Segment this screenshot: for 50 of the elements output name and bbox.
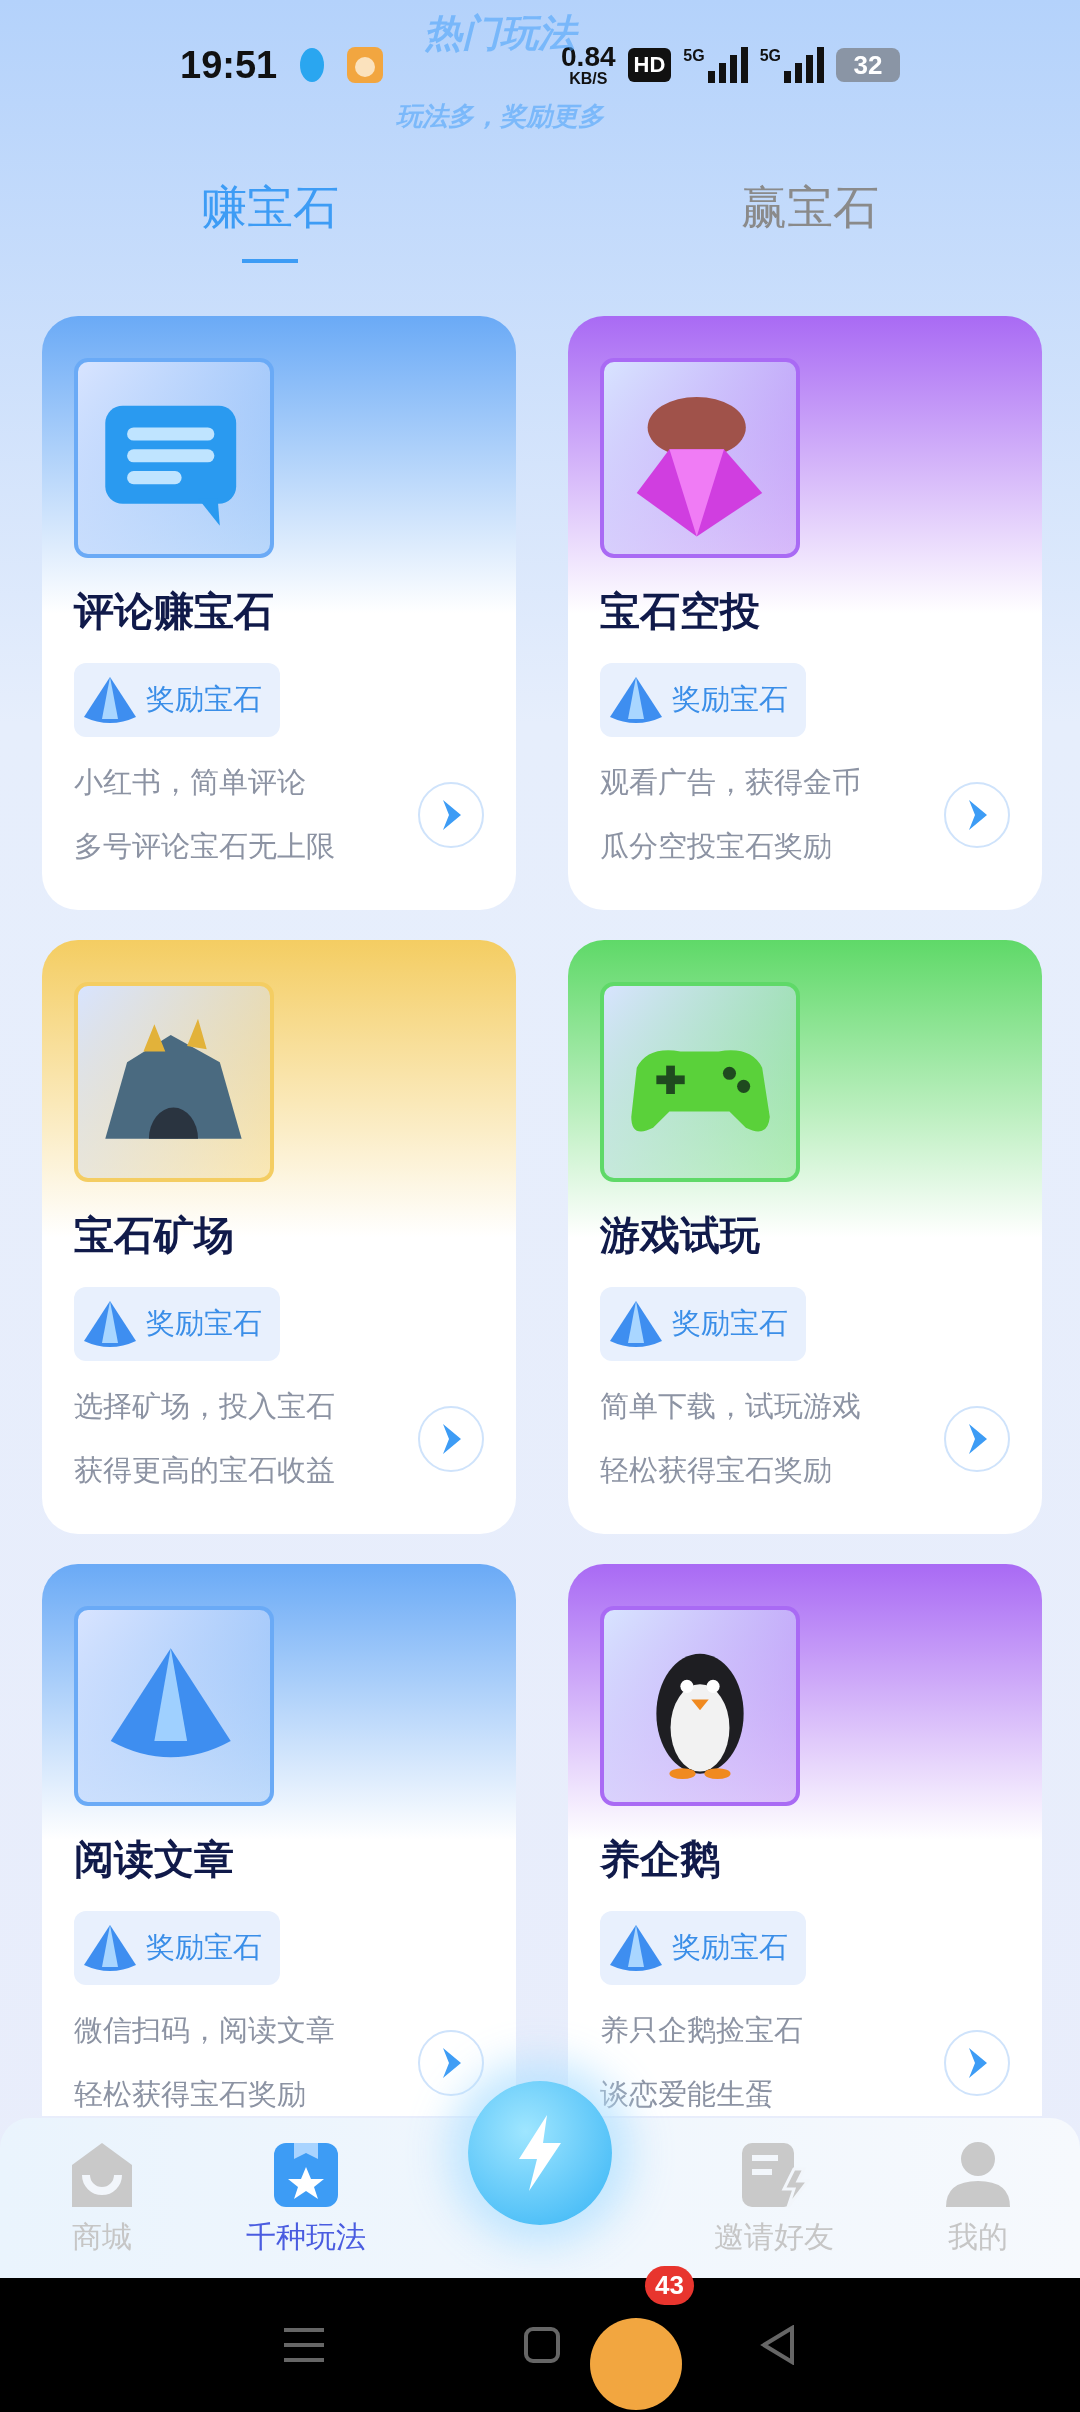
gem-icon (82, 1923, 138, 1973)
task-card[interactable]: 养企鹅 奖励宝石 养只企鹅捡宝石 谈恋爱能生蛋 (568, 1564, 1042, 2116)
menu-button[interactable] (284, 2328, 324, 2362)
reward-label: 奖励宝石 (672, 1305, 788, 1342)
card-description: 简单下载，试玩游戏 (600, 1388, 862, 1425)
card-title: 游戏试玩 (600, 1211, 761, 1260)
network-speed-unit: KB/S (569, 71, 608, 87)
task-card[interactable]: 宝石矿场 奖励宝石 选择矿场，投入宝石 获得更高的宝石收益 (42, 940, 516, 1534)
notification-badge: 43 (645, 2266, 694, 2305)
card-description: 养只企鹅捡宝石 (600, 2012, 804, 2049)
reward-label: 奖励宝石 (146, 681, 262, 718)
reward-label: 奖励宝石 (146, 1929, 262, 1966)
gem-icon (608, 675, 664, 725)
card-description: 谈恋爱能生蛋 (600, 2076, 775, 2113)
card-description: 获得更高的宝石收益 (74, 1452, 336, 1489)
card-title: 宝石矿场 (74, 1211, 235, 1260)
task-card[interactable]: 宝石空投 奖励宝石 观看广告，获得金币 瓜分空投宝石奖励 (568, 316, 1042, 910)
gem-icon (82, 1299, 138, 1349)
task-card[interactable]: 游戏试玩 奖励宝石 简单下载，试玩游戏 轻松获得宝石奖励 (568, 940, 1042, 1534)
card-description: 多号评论宝石无上限 (74, 828, 336, 865)
card-title: 评论赚宝石 (74, 587, 275, 636)
network-type: 5G (683, 47, 705, 65)
battery-indicator: 32 (836, 48, 900, 82)
card-description: 微信扫码，阅读文章 (74, 2012, 336, 2049)
home-button[interactable] (524, 2327, 560, 2363)
card-description: 小红书，简单评论 (74, 764, 307, 801)
header-subtitle: 玩法多，奖励更多 (396, 100, 604, 133)
nav-item[interactable]: 千种玩法 (203, 2137, 408, 2259)
reward-label: 奖励宝石 (672, 1929, 788, 1966)
card-title: 宝石空投 (600, 587, 761, 636)
task-card[interactable]: 评论赚宝石 奖励宝石 小红书，简单评论 多号评论宝石无上限 (42, 316, 516, 910)
card-description: 轻松获得宝石奖励 (600, 1452, 833, 1489)
signal-icon (784, 47, 824, 83)
status-time: 19:51 (180, 43, 278, 87)
gem-icon (608, 1923, 664, 1973)
card-description: 观看广告，获得金币 (600, 764, 862, 801)
card-title: 养企鹅 (600, 1835, 721, 1884)
card-description: 瓜分空投宝石奖励 (600, 828, 833, 865)
card-description: 选择矿场，投入宝石 (74, 1388, 336, 1425)
reward-label: 奖励宝石 (146, 1305, 262, 1342)
back-button[interactable] (760, 2325, 796, 2365)
network-type: 5G (759, 47, 781, 65)
hd-indicator: HD (627, 48, 672, 82)
card-title: 阅读文章 (74, 1835, 235, 1884)
signal-icon (707, 47, 748, 83)
card-description: 轻松获得宝石奖励 (74, 2076, 307, 2113)
reward-label: 奖励宝石 (672, 681, 788, 718)
gem-icon (82, 675, 138, 725)
task-card[interactable]: 阅读文章 奖励宝石 微信扫码，阅读文章 轻松获得宝石奖励 (42, 1564, 516, 2116)
gem-icon (608, 1299, 664, 1349)
